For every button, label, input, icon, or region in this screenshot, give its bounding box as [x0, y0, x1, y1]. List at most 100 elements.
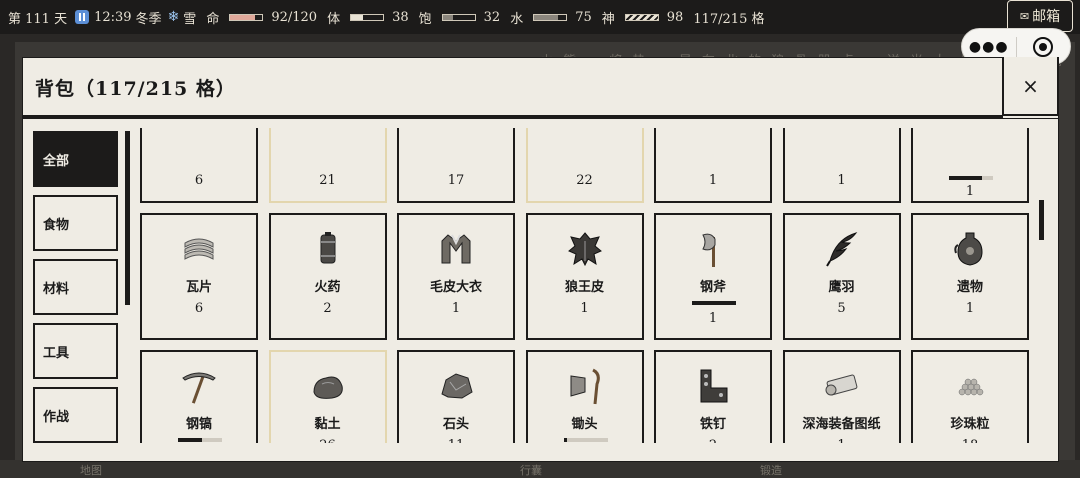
gunpowder-icon — [308, 229, 348, 269]
item-count: 1 — [785, 438, 899, 443]
item-count: 22 — [576, 173, 593, 188]
tiles-icon — [179, 229, 219, 269]
tab-food-label: 食物 — [43, 217, 70, 233]
inventory-slot[interactable]: 钢镐1 — [140, 350, 258, 443]
tab-all[interactable]: 全部 — [33, 131, 118, 187]
hunger-bar — [441, 13, 476, 21]
item-name: 珍珠粒 — [950, 417, 990, 432]
spirit-value: 98 — [666, 9, 684, 25]
spirit-bar — [624, 13, 659, 21]
fur-coat-icon — [436, 229, 476, 269]
mail-label: 邮箱 — [1032, 9, 1061, 25]
item-count: 26 — [271, 438, 385, 443]
inventory-slot[interactable]: 22 — [525, 128, 644, 203]
item-count: 21 — [319, 173, 336, 188]
hunger-bar-fill — [442, 14, 453, 20]
item-count: 1 — [580, 301, 589, 316]
water-bar — [533, 13, 568, 21]
item-count: 6 — [194, 301, 204, 316]
tabs-scrollbar[interactable] — [125, 131, 130, 305]
item-name: 钢镐 — [185, 417, 212, 432]
inventory-grid: 6211722111瓦片6火药2毛皮大衣1狼王皮1钢斧1鹰羽5遗物1钢镐1黏土2… — [140, 128, 1029, 443]
tab-food[interactable]: 食物 — [33, 195, 118, 251]
inventory-slot[interactable]: 1 — [654, 128, 772, 203]
clay-icon — [308, 366, 348, 406]
inventory-scrollbar[interactable] — [1039, 200, 1044, 240]
inventory-slot[interactable]: 遗物 1 — [911, 213, 1029, 340]
water-value: 75 — [575, 9, 592, 25]
life-bar-fill — [230, 14, 255, 20]
modal-title: 背包（117/215 格） — [35, 78, 236, 100]
background-bottom-bar: 地图 行囊 锻造 — [0, 460, 1080, 478]
stamina-label: 体 — [327, 11, 341, 27]
inventory-viewport: 6211722111瓦片6火药2毛皮大衣1狼王皮1钢斧1鹰羽5遗物1钢镐1黏土2… — [140, 128, 1040, 443]
season-label: 冬季 — [135, 11, 162, 27]
bg-tab-forge: 锻造 — [760, 464, 782, 477]
axe-icon — [693, 229, 733, 269]
close-icon: × — [1022, 73, 1039, 98]
item-name: 狼王皮 — [564, 280, 604, 295]
inventory-slot[interactable]: 钢斧 1 — [654, 213, 772, 340]
life-label: 命 — [206, 11, 220, 27]
category-tabs: 全部 食物 材料 工具 作战 — [33, 131, 119, 451]
item-count: 2 — [656, 438, 770, 443]
hoe-icon — [565, 366, 605, 406]
life-bar — [229, 13, 264, 21]
tab-materials-label: 材料 — [43, 281, 70, 297]
inventory-slot[interactable]: 鹰羽 5 — [782, 213, 901, 340]
durability-bar — [949, 176, 993, 180]
more-dots-icon[interactable]: ●●● — [962, 39, 1016, 55]
inventory-slot[interactable]: 21 — [268, 128, 387, 203]
inventory-slot[interactable]: 6 — [140, 128, 258, 203]
tab-tools-label: 工具 — [43, 345, 70, 361]
tab-materials[interactable]: 材料 — [33, 259, 118, 315]
bg-tab-bag: 行囊 — [520, 464, 542, 477]
tab-tools[interactable]: 工具 — [33, 323, 118, 379]
item-count: 11 — [399, 438, 513, 443]
envelope-icon: ✉ — [1019, 9, 1030, 23]
inventory-slot[interactable]: 瓦片 6 — [140, 213, 258, 340]
inventory-slot[interactable]: 珍珠粒 18 — [911, 350, 1029, 443]
durability-bar — [563, 438, 608, 442]
inventory-slot[interactable]: 铁钉 2 — [654, 350, 772, 443]
pearls-icon — [950, 366, 990, 406]
bag-capacity: 117/215 格 — [693, 11, 765, 27]
snowflake-icon: ❄ — [167, 9, 180, 25]
inventory-slot[interactable]: 1 — [911, 128, 1029, 203]
inventory-slot[interactable]: 深海装备图纸 1 — [782, 350, 901, 443]
capsule-close[interactable] — [1016, 36, 1070, 57]
item-name: 石头 — [442, 417, 469, 432]
inventory-slot[interactable]: 狼王皮 1 — [525, 213, 644, 340]
pause-icon[interactable] — [75, 10, 90, 24]
inventory-slot[interactable]: 17 — [397, 128, 515, 203]
item-count: 18 — [913, 438, 1027, 443]
target-icon — [1033, 36, 1054, 57]
item-name: 铁钉 — [699, 417, 726, 432]
hunger-value: 32 — [483, 9, 501, 25]
inventory-slot[interactable]: 1 — [782, 128, 901, 203]
item-name: 锄头 — [571, 417, 598, 432]
life-value: 92/120 — [271, 9, 318, 25]
item-name: 黏土 — [314, 417, 341, 432]
inventory-slot[interactable]: 毛皮大衣 1 — [397, 213, 515, 340]
inventory-slot[interactable]: 石头 11 — [397, 350, 515, 443]
stamina-value: 38 — [392, 9, 409, 25]
day-label: 第 111 天 — [8, 11, 68, 27]
relic-vase-icon — [950, 229, 990, 269]
tab-combat[interactable]: 作战 — [33, 387, 118, 443]
inventory-slot[interactable]: 锄头1 — [525, 350, 644, 443]
durability-bar — [692, 301, 736, 305]
weather-label: 雪 — [183, 11, 197, 27]
close-button[interactable]: × — [1002, 57, 1059, 116]
inventory-slot[interactable]: 黏土 26 — [268, 350, 387, 443]
item-count: 1 — [708, 173, 718, 188]
iron-nail-icon — [693, 366, 733, 406]
item-name: 遗物 — [956, 280, 983, 295]
item-name: 鹰羽 — [828, 280, 855, 295]
item-count: 1 — [708, 311, 718, 326]
inventory-slot[interactable]: 火药 2 — [268, 213, 387, 340]
tab-combat-label: 作战 — [43, 409, 70, 425]
water-bar-fill — [534, 14, 559, 20]
tab-all-label: 全部 — [43, 153, 70, 169]
item-name: 毛皮大衣 — [429, 280, 482, 295]
